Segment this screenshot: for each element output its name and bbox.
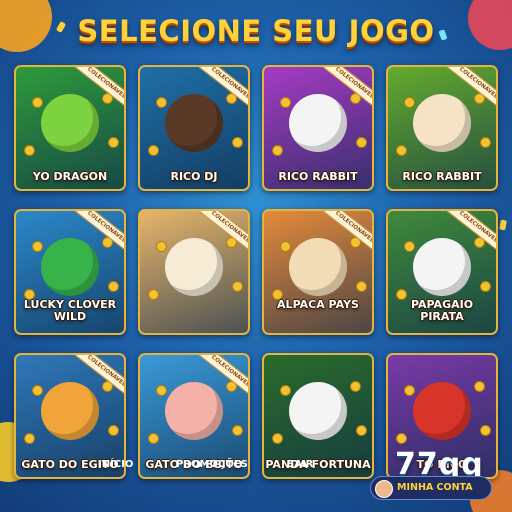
coin-icon [108,281,119,292]
coin-icon [404,385,415,396]
coin-icon [232,281,243,292]
game-card[interactable]: COLECIONÁVEL YO DRAGON [14,65,126,191]
nav-home-link[interactable]: INÍCIO [98,459,133,470]
confetti [499,219,507,231]
game-card[interactable]: PANDA FORTUNA [262,353,374,479]
coin-icon [156,241,167,252]
coin-icon [32,97,43,108]
game-grid: COLECIONÁVEL YO DRAGON COLECIONÁVEL RICO DJ… [14,65,498,479]
game-title: PAPAGAIO PIRATA [410,298,474,323]
coin-icon [280,385,291,396]
coin-icon [148,289,159,300]
coin-icon [24,433,35,444]
coin-icon [350,381,361,392]
game-card[interactable]: COLECIONÁVEL RICO DJ [138,65,250,191]
coin-icon [148,433,159,444]
game-character [289,238,347,297]
coin-icon [232,137,243,148]
coin-icon [396,145,407,156]
game-character [41,94,99,153]
game-character [41,382,99,441]
coin-icon [404,241,415,252]
game-title: LUCKY CLOVER WILD [23,298,117,323]
coin-icon [280,241,291,252]
game-title: ALPACA PAYS [277,298,359,311]
coin-icon [24,145,35,156]
game-title: RICO RABBIT [402,170,482,183]
coin-icon [280,97,291,108]
coin-icon [272,433,283,444]
game-character [413,94,471,153]
game-card[interactable]: COLECIONÁVEL PAPAGAIO PIRATA [386,209,498,335]
game-character [289,94,347,153]
game-card[interactable]: COLECIONÁVEL ALPACA PAYS [262,209,374,335]
game-title: RICO RABBIT [278,170,358,183]
coin-icon [108,137,119,148]
game-character [41,238,99,297]
page-title: SELECIONE SEU JOGO [77,14,435,48]
coin-icon [480,425,491,436]
coin-icon [474,381,485,392]
game-character [413,238,471,297]
coin-icon [356,281,367,292]
coin-icon [480,281,491,292]
game-card[interactable]: COLECIONÁVEL RICO RABBIT [386,65,498,191]
coin-icon [404,97,415,108]
coin-icon [356,137,367,148]
game-character [165,382,223,441]
account-label: MINHA CONTA [397,482,473,493]
coin-icon [32,241,43,252]
game-character [165,94,223,153]
coin-icon [356,425,367,436]
coin-icon [480,137,491,148]
game-character [289,382,347,441]
avatar [375,480,393,498]
coin-icon [148,145,159,156]
account-button[interactable]: MINHA CONTA [370,476,492,500]
game-card[interactable]: COLECIONÁVEL [138,209,250,335]
nav-promotions-link[interactable]: PROMOÇÕES [176,459,248,470]
game-title: RICO DJ [170,170,218,183]
coin-icon [156,97,167,108]
game-title: YO DRAGON [32,170,108,183]
game-character [165,238,223,297]
coin-icon [232,425,243,436]
coin-icon [396,433,407,444]
game-lobby-screen: SELECIONE SEU JOGO COLECIONÁVEL YO DRAGON… [0,0,512,512]
coin-icon [272,145,283,156]
coin-icon [156,385,167,396]
nav-exit-link[interactable]: SAIR [287,459,313,470]
game-card[interactable]: COLECIONÁVEL RICO RABBIT [262,65,374,191]
coin-icon [32,385,43,396]
game-card[interactable]: COLECIONÁVEL LUCKY CLOVER WILD [14,209,126,335]
coin-icon [108,425,119,436]
game-character [413,382,471,441]
